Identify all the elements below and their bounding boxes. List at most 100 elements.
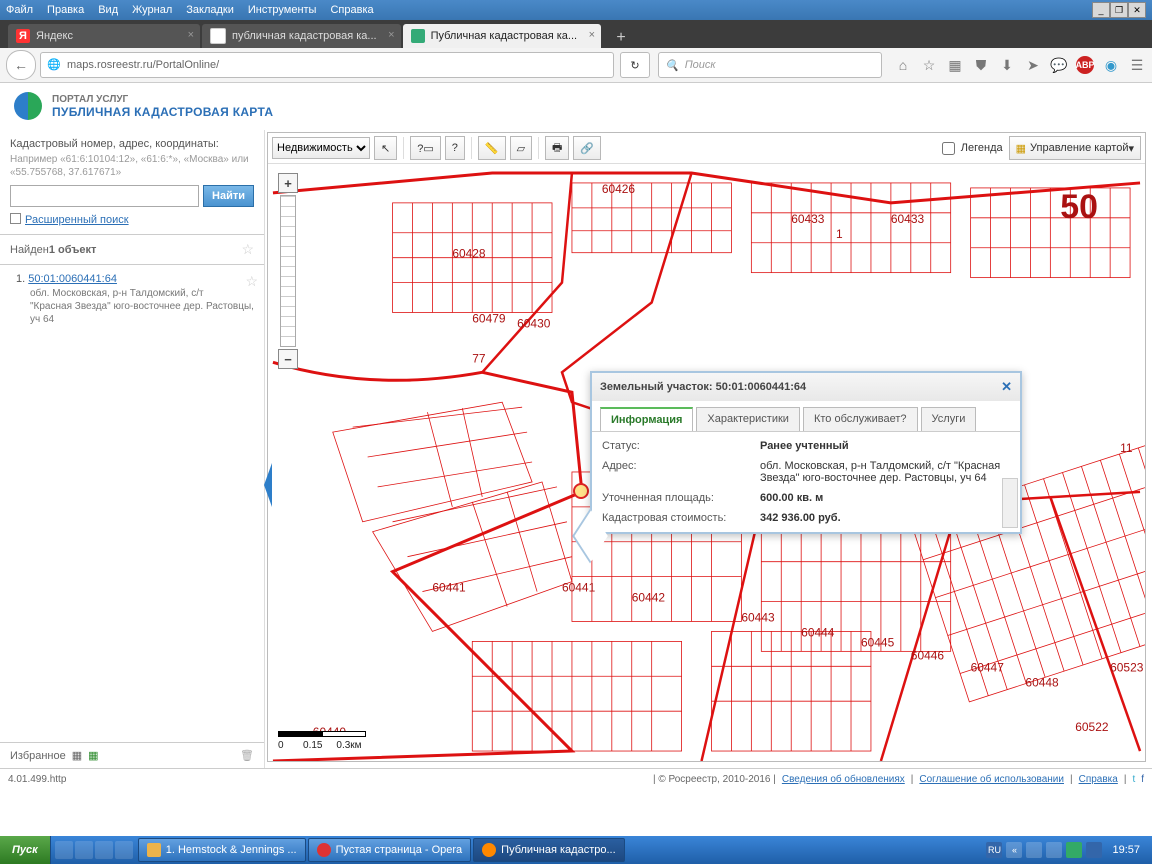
ql-icon[interactable]	[75, 841, 93, 859]
info-tool-button[interactable]: ?▭	[410, 136, 441, 160]
opera-icon	[317, 843, 331, 857]
tab-characteristics[interactable]: Характеристики	[696, 407, 800, 431]
zoom-out-button[interactable]: −	[278, 349, 298, 369]
result-item[interactable]: 1. 50:01:0060441:64 ☆ обл. Московская, р…	[0, 265, 264, 334]
taskbar-button[interactable]: 1. Hemstock & Jennings ...	[138, 838, 306, 862]
map-toolbar: Недвижимость ↖ ?▭ ? 📏 ▱ 🖶 🔗 Легенда ▦Упр…	[268, 133, 1145, 164]
help-tool-button[interactable]: ?	[445, 136, 465, 160]
extended-search-link[interactable]: Расширенный поиск	[10, 213, 254, 226]
close-icon[interactable]: ×	[388, 29, 394, 41]
reload-button[interactable]: ↻	[620, 52, 650, 78]
search-bar[interactable]: 🔍 Поиск	[658, 52, 882, 78]
updates-link[interactable]: Сведения об обновлениях	[782, 774, 905, 785]
measure-area-button[interactable]: ▱	[510, 136, 532, 160]
back-button[interactable]: ←	[6, 50, 36, 80]
tab-rosreestr[interactable]: Публичная кадастровая ка... ×	[403, 24, 602, 48]
menu-help[interactable]: Справка	[330, 4, 373, 16]
link-button[interactable]: 🔗	[573, 136, 601, 160]
close-icon[interactable]: ×	[589, 29, 595, 41]
manage-map-button[interactable]: ▦Управление картой ▾	[1009, 136, 1141, 160]
start-button[interactable]: Пуск	[0, 836, 51, 864]
tab-service[interactable]: Кто обслуживает?	[803, 407, 918, 431]
menu-edit[interactable]: Правка	[47, 4, 84, 16]
tab-services[interactable]: Услуги	[921, 407, 977, 431]
star-icon[interactable]: ☆	[241, 241, 254, 258]
pointer-tool-button[interactable]: ↖	[374, 136, 397, 160]
search-input[interactable]	[10, 185, 199, 207]
svg-text:60448: 60448	[1025, 675, 1059, 689]
zoom-track[interactable]	[280, 195, 296, 347]
home-icon[interactable]: ⌂	[894, 56, 912, 74]
svg-text:60446: 60446	[911, 648, 945, 662]
zoom-in-button[interactable]: +	[278, 173, 298, 193]
abp-icon[interactable]: ABP	[1076, 56, 1094, 74]
new-tab-button[interactable]: +	[609, 28, 633, 48]
lang-indicator[interactable]: RU	[986, 842, 1002, 858]
facebook-icon[interactable]: f	[1141, 774, 1144, 785]
browser-menubar: Файл Правка Вид Журнал Закладки Инструме…	[0, 0, 1152, 20]
menu-tools[interactable]: Инструменты	[248, 4, 317, 16]
tab-information[interactable]: Информация	[600, 407, 693, 431]
svg-text:60428: 60428	[452, 247, 486, 261]
taskbar-clock[interactable]: 19:57	[1106, 844, 1146, 856]
tray-icon[interactable]	[1066, 842, 1082, 858]
window-minimize-button[interactable]: _	[1092, 2, 1110, 18]
hamburger-icon[interactable]: ☰	[1128, 56, 1146, 74]
window-close-button[interactable]: ✕	[1128, 2, 1146, 18]
ql-icon[interactable]	[95, 841, 113, 859]
window-restore-button[interactable]: ❐	[1110, 2, 1128, 18]
scrollbar[interactable]	[1002, 478, 1018, 528]
tray-icon[interactable]	[1086, 842, 1102, 858]
address-bar[interactable]: 🌐 maps.rosreestr.ru/PortalOnline/	[40, 52, 614, 78]
menu-bookmarks[interactable]: Закладки	[186, 4, 234, 16]
tray-icon[interactable]	[1026, 842, 1042, 858]
send-icon[interactable]: ➤	[1024, 56, 1042, 74]
pocket-icon[interactable]: ⛊	[972, 56, 990, 74]
search-label: Кадастровый номер, адрес, координаты:	[10, 138, 254, 150]
menu-history[interactable]: Журнал	[132, 4, 172, 16]
tab-yandex[interactable]: Я Яндекс ×	[8, 24, 200, 48]
measure-line-button[interactable]: 📏	[478, 136, 506, 160]
svg-text:60523: 60523	[1110, 660, 1144, 674]
ql-icon[interactable]	[55, 841, 73, 859]
star-icon[interactable]: ☆	[245, 273, 258, 290]
legend-checkbox[interactable]: Легенда	[938, 139, 1003, 158]
taskbar-button[interactable]: Публичная кадастро...	[473, 838, 625, 862]
svg-text:60426: 60426	[602, 182, 636, 196]
trash-icon[interactable]: 🗑	[240, 749, 254, 762]
bookmark-star-icon[interactable]: ☆	[920, 56, 938, 74]
ql-icon[interactable]	[115, 841, 133, 859]
app-icon	[147, 843, 161, 857]
brand-subtitle: ПОРТАЛ УСЛУГ	[52, 94, 273, 105]
search-placeholder: Поиск	[685, 59, 716, 71]
svg-text:60442: 60442	[632, 591, 666, 605]
print-button[interactable]: 🖶	[545, 136, 569, 160]
library-icon[interactable]: ▦	[946, 56, 964, 74]
close-icon[interactable]: ✕	[1001, 379, 1012, 395]
search-button[interactable]: Найти	[203, 185, 254, 207]
ext-icon[interactable]: ◉	[1102, 56, 1120, 74]
object-type-select[interactable]: Недвижимость	[272, 137, 370, 159]
terms-link[interactable]: Соглашение об использовании	[919, 774, 1064, 785]
chat-icon[interactable]: 💬	[1050, 56, 1068, 74]
tray-icon[interactable]: «	[1006, 842, 1022, 858]
tray-icon[interactable]	[1046, 842, 1062, 858]
search-examples: Например «61:6:10104:12», «61:6:*», «Мос…	[10, 153, 254, 179]
svg-text:60522: 60522	[1075, 720, 1109, 734]
field-value: обл. Московская, р-н Талдомский, с/т "Кр…	[760, 460, 1010, 484]
system-tray: RU « 19:57	[980, 842, 1152, 858]
export-xls-icon[interactable]: ▦	[88, 749, 98, 762]
svg-text:60433: 60433	[791, 212, 825, 226]
taskbar-button[interactable]: Пустая страница - Opera	[308, 838, 472, 862]
downloads-icon[interactable]: ⬇	[998, 56, 1016, 74]
info-window-title: Земельный участок: 50:01:0060441:64	[600, 381, 806, 393]
help-link[interactable]: Справка	[1079, 774, 1118, 785]
menu-view[interactable]: Вид	[98, 4, 118, 16]
export-icon[interactable]: ▦	[72, 749, 82, 762]
menu-file[interactable]: Файл	[6, 4, 33, 16]
copyright: © Росреестр, 2010-2016	[658, 774, 770, 785]
result-link[interactable]: 50:01:0060441:64	[28, 273, 117, 285]
close-icon[interactable]: ×	[188, 29, 194, 41]
twitter-icon[interactable]: t	[1132, 774, 1135, 785]
tab-google-search[interactable]: публичная кадастровая ка... ×	[202, 24, 401, 48]
